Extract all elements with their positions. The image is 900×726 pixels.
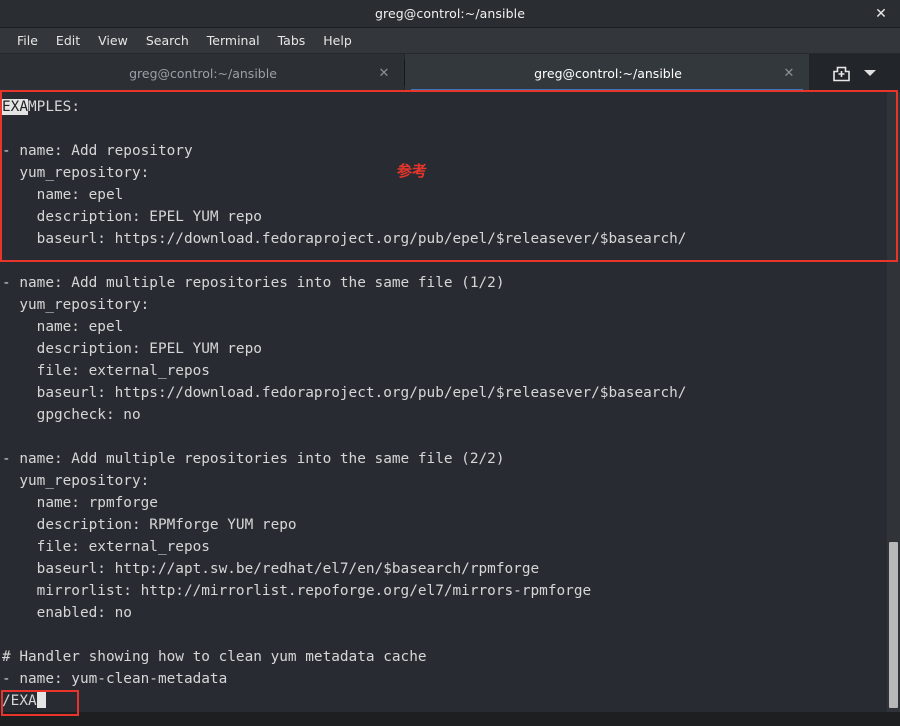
menu-edit[interactable]: Edit bbox=[47, 30, 89, 51]
terminal-line: mirrorlist: http://mirrorlist.repoforge.… bbox=[2, 583, 592, 599]
terminal-window: greg@control:~/ansible ✕ File Edit View … bbox=[0, 0, 900, 726]
text-cursor bbox=[36, 691, 46, 708]
new-tab-icon[interactable] bbox=[833, 65, 850, 82]
window-close-icon[interactable]: ✕ bbox=[872, 5, 890, 23]
window-bottom-strip bbox=[0, 712, 900, 726]
search-prompt-line: /EXA bbox=[0, 690, 900, 712]
terminal-line: - name: yum-clean-metadata bbox=[2, 671, 228, 687]
search-prompt-text: /EXA bbox=[2, 693, 37, 709]
tab-1-label: greg@control:~/ansible bbox=[534, 65, 682, 81]
tab-0-label: greg@control:~/ansible bbox=[129, 65, 277, 81]
terminal-line: description: EPEL YUM repo bbox=[2, 209, 262, 225]
terminal-line: baseurl: https://download.fedoraproject.… bbox=[2, 231, 687, 247]
terminal-line: - name: Add multiple repositories into t… bbox=[2, 451, 505, 467]
terminal-line: baseurl: https://download.fedoraproject.… bbox=[2, 385, 687, 401]
terminal-line: name: epel bbox=[2, 319, 124, 335]
terminal-line: description: RPMforge YUM repo bbox=[2, 517, 297, 533]
terminal-line: - name: Add repository bbox=[2, 143, 193, 159]
terminal-body[interactable]: EXAMPLES: - name: Add repository yum_repo… bbox=[0, 92, 900, 726]
terminal-line: baseurl: http://apt.sw.be/redhat/el7/en/… bbox=[2, 561, 540, 577]
terminal-line: enabled: no bbox=[2, 605, 132, 621]
menu-file[interactable]: File bbox=[8, 30, 47, 51]
window-title: greg@control:~/ansible bbox=[374, 6, 525, 21]
terminal-line: yum_repository: bbox=[2, 165, 150, 181]
terminal-line: EXAMPLES: bbox=[2, 99, 80, 115]
tab-1-close-icon[interactable]: ✕ bbox=[781, 65, 797, 81]
tab-0-close-icon[interactable]: ✕ bbox=[376, 65, 392, 81]
chevron-down-icon[interactable] bbox=[864, 70, 876, 76]
terminal-line: description: EPEL YUM repo bbox=[2, 341, 262, 357]
terminal-output: EXAMPLES: - name: Add repository yum_repo… bbox=[0, 92, 900, 690]
terminal-line: name: rpmforge bbox=[2, 495, 158, 511]
tab-1[interactable]: greg@control:~/ansible ✕ bbox=[405, 54, 809, 92]
terminal-line: name: epel bbox=[2, 187, 124, 203]
terminal-line: - name: Add multiple repositories into t… bbox=[2, 275, 505, 291]
menu-help[interactable]: Help bbox=[314, 30, 361, 51]
menu-view[interactable]: View bbox=[89, 30, 137, 51]
terminal-scrollbar-thumb[interactable] bbox=[889, 542, 898, 708]
tab-0[interactable]: greg@control:~/ansible ✕ bbox=[0, 54, 404, 92]
menu-search[interactable]: Search bbox=[137, 30, 198, 51]
terminal-scrollbar[interactable] bbox=[887, 92, 900, 726]
menu-terminal[interactable]: Terminal bbox=[198, 30, 269, 51]
title-bar: greg@control:~/ansible ✕ bbox=[0, 0, 900, 28]
menu-tabs[interactable]: Tabs bbox=[269, 30, 315, 51]
terminal-line: yum_repository: bbox=[2, 473, 150, 489]
search-match-highlight: EXA bbox=[2, 99, 28, 115]
tab-bar-controls bbox=[809, 54, 900, 92]
menu-bar: File Edit View Search Terminal Tabs Help bbox=[0, 28, 900, 54]
terminal-line: gpgcheck: no bbox=[2, 407, 141, 423]
terminal-line: yum_repository: bbox=[2, 297, 150, 313]
terminal-line: file: external_repos bbox=[2, 363, 210, 379]
terminal-line: file: external_repos bbox=[2, 539, 210, 555]
tab-bar: greg@control:~/ansible ✕ greg@control:~/… bbox=[0, 54, 900, 92]
terminal-line: # Handler showing how to clean yum metad… bbox=[2, 649, 427, 665]
